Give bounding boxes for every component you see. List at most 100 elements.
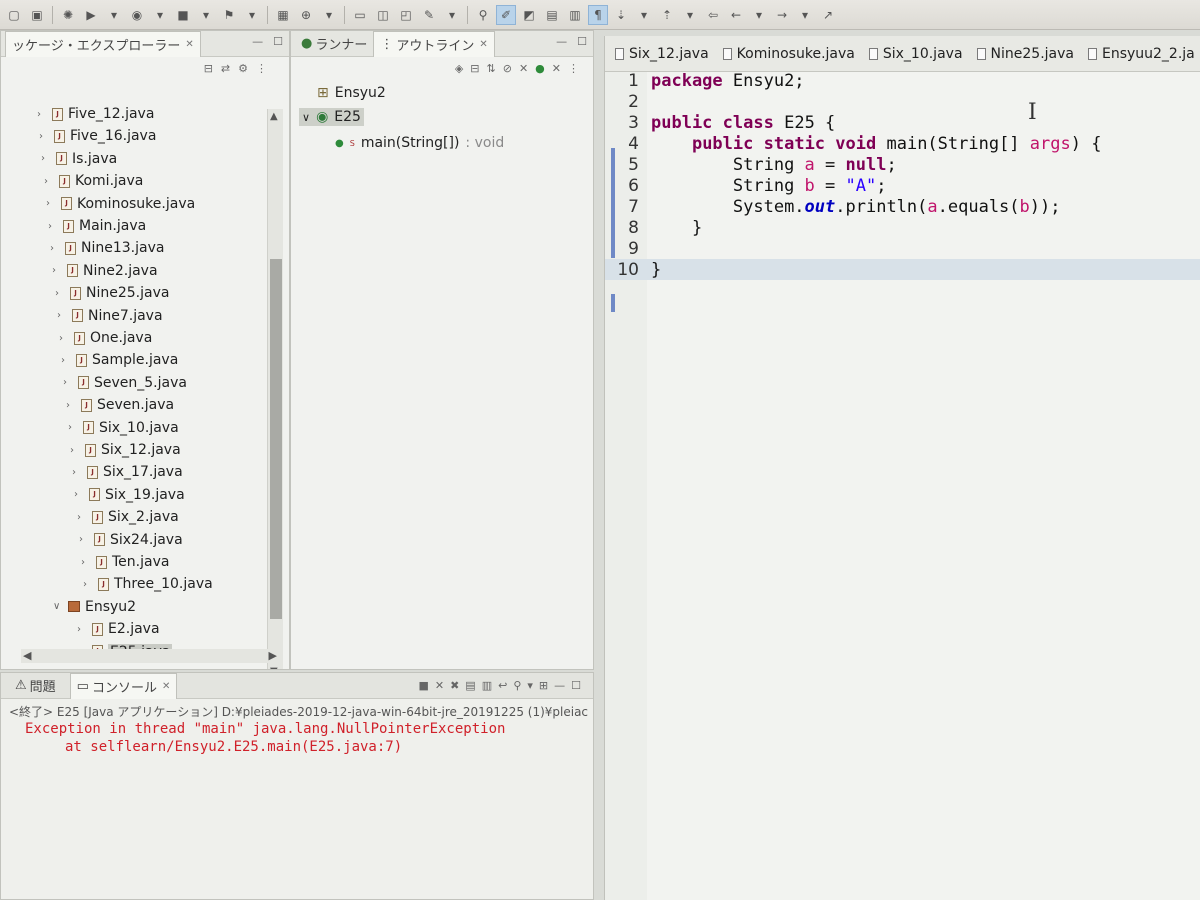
block-select-icon[interactable]: ▤ (542, 5, 562, 25)
chevron-right-icon[interactable]: › (61, 355, 71, 366)
chevron-down-icon[interactable]: ▾ (795, 5, 815, 25)
tree-file-item[interactable]: › J Seven_5.java (63, 372, 187, 394)
external-tools-icon[interactable]: ⚑ (219, 5, 239, 25)
terminate-icon[interactable]: ■ (418, 679, 428, 692)
hide-fields-icon[interactable]: ⊘ (503, 62, 512, 75)
chevron-right-icon[interactable]: › (68, 422, 78, 433)
clear-console-icon[interactable]: ▤ (465, 679, 475, 692)
chevron-right-icon[interactable]: › (39, 131, 49, 142)
code-line-8[interactable]: 8 } (605, 217, 702, 238)
tab-runner[interactable]: ● ランナー (295, 31, 373, 56)
annotation-icon[interactable]: ⇣ (611, 5, 631, 25)
scrollbar-thumb[interactable] (270, 259, 282, 619)
open-type-icon[interactable]: ◫ (373, 5, 393, 25)
open-folder-icon[interactable]: ▭ (350, 5, 370, 25)
editor-tab[interactable]: Nine25.java (976, 46, 1074, 62)
tree-file-item[interactable]: › J Sample.java (61, 349, 178, 371)
tree-file-item[interactable]: › J Five_12.java (37, 103, 154, 125)
chevron-down-icon[interactable]: ▾ (150, 5, 170, 25)
chevron-down-icon[interactable]: ▾ (680, 5, 700, 25)
mark-occurrences-icon[interactable]: ✐ (496, 4, 516, 25)
collapse-all-icon[interactable]: ⊟ (204, 62, 213, 75)
new-icon[interactable]: ▢ (4, 5, 24, 25)
hide-static-icon[interactable]: ✕ (519, 62, 528, 75)
chevron-down-icon[interactable]: ∨ (302, 111, 310, 124)
maximize-icon[interactable]: ☐ (571, 679, 581, 692)
tree-file-item[interactable]: › J Three_10.java (83, 573, 213, 595)
tree-file-item[interactable]: › J Five_16.java (39, 125, 156, 147)
tree-file-item[interactable]: › J Nine7.java (57, 305, 163, 327)
chevron-right-icon[interactable]: › (46, 198, 56, 209)
pin-icon[interactable]: ⚲ (473, 5, 493, 25)
tree-file-item[interactable]: › J Six_12.java (70, 439, 181, 461)
tree-file-item[interactable]: › J Nine25.java (55, 282, 169, 304)
scroll-lock-icon[interactable]: ▥ (482, 679, 492, 692)
back-icon[interactable]: ← (726, 5, 746, 25)
sort-icon[interactable]: ⇅ (487, 62, 496, 75)
vertical-scrollbar[interactable]: ▲ ▼ (267, 109, 283, 669)
code-line-5[interactable]: 5 String a = null; (605, 154, 897, 175)
chevron-right-icon[interactable]: › (74, 489, 84, 500)
show-whitespace-icon[interactable]: ▥ (565, 5, 585, 25)
console-stacktrace-line[interactable]: at selflearn/Ensyu2.E25.main(E25.java:7) (1, 738, 593, 756)
chevron-right-icon[interactable]: › (37, 109, 47, 120)
coverage-icon[interactable]: ◉ (127, 5, 147, 25)
chevron-right-icon[interactable]: › (52, 265, 62, 276)
tab-package-explorer[interactable]: ッケージ・エクスプローラー ✕ (5, 31, 201, 57)
new-class-icon[interactable]: ⊕ (296, 5, 316, 25)
horizontal-scrollbar[interactable]: ◀ ▶ (21, 649, 279, 663)
last-edit-icon[interactable]: ⇦ (703, 5, 723, 25)
chevron-right-icon[interactable]: › (81, 557, 91, 568)
prev-annotation-icon[interactable]: ⇡ (657, 5, 677, 25)
tab-console[interactable]: ▭ コンソール ✕ (69, 673, 178, 699)
tree-file-item[interactable]: › J Six_10.java (68, 417, 179, 439)
chevron-right-icon[interactable]: › (83, 579, 93, 590)
chevron-up-icon[interactable]: ▲ (270, 111, 278, 122)
editor-tab[interactable]: Six_10.java (868, 46, 963, 62)
chevron-right-icon[interactable]: › (77, 512, 87, 523)
open-console-icon[interactable]: ⊞ (539, 679, 548, 692)
minimize-icon[interactable]: — (252, 35, 263, 48)
remove-launch-icon[interactable]: ✕ (435, 679, 444, 692)
chevron-down-icon[interactable]: ∨ (53, 601, 63, 612)
code-line-3[interactable]: 3 public class E25 { (605, 112, 835, 133)
hide-local-types-icon[interactable]: ✕ (552, 62, 561, 75)
tree-file-item[interactable]: › J Six_2.java (77, 506, 179, 528)
display-console-icon[interactable]: ▾ (527, 679, 533, 692)
outline-package-decl[interactable]: ⊞ Ensyu2 (317, 85, 386, 101)
tab-problems[interactable]: ⚠ 問題 (9, 673, 62, 698)
tree-file-item[interactable]: › J Komi.java (44, 170, 143, 192)
remove-all-icon[interactable]: ✖ (450, 679, 459, 692)
tree-file-item[interactable]: › J Seven.java (66, 394, 174, 416)
chevron-left-icon[interactable]: ◀ (23, 649, 31, 662)
hide-nonpublic-icon[interactable]: ● (535, 62, 545, 75)
close-icon[interactable]: ✕ (162, 681, 170, 692)
chevron-down-icon[interactable]: ▾ (319, 5, 339, 25)
chevron-down-icon[interactable]: ▾ (242, 5, 262, 25)
code-line-2[interactable]: 2 (605, 91, 639, 112)
save-icon[interactable]: ▣ (27, 5, 47, 25)
forward-icon[interactable]: → (772, 5, 792, 25)
code-line-10[interactable]: 10 } (605, 259, 1200, 280)
tree-file-item[interactable]: › J Nine2.java (52, 260, 158, 282)
focus-icon[interactable]: ◈ (455, 62, 463, 75)
view-menu-icon[interactable]: ⋮ (256, 62, 267, 75)
toggle-breadcrumb-icon[interactable]: ◩ (519, 5, 539, 25)
code-line-9[interactable]: 9 (605, 238, 639, 259)
maximize-icon[interactable]: ☐ (577, 35, 587, 48)
tree-file-item[interactable]: › J Six_19.java (74, 484, 185, 506)
tree-file-item[interactable]: › J E2.java (77, 618, 160, 640)
editor-tab[interactable]: Six_12.java (615, 46, 709, 62)
tree-file-item[interactable]: › J Six_17.java (72, 461, 183, 483)
filter-icon[interactable]: ⚙ (238, 62, 248, 75)
tree-package-item[interactable]: ∨ Ensyu2 (53, 596, 136, 618)
minimize-icon[interactable]: — (556, 35, 567, 48)
outline-class-item[interactable]: ∨ ◉ E25 (299, 108, 364, 126)
collapse-all-icon[interactable]: ⊟ (470, 62, 479, 75)
pilcrow-icon[interactable]: ¶ (588, 4, 608, 25)
chevron-right-icon[interactable]: ▶ (269, 649, 277, 662)
stop-icon[interactable]: ■ (173, 5, 193, 25)
tree-file-item[interactable]: › J One.java (59, 327, 152, 349)
chevron-right-icon[interactable]: › (77, 624, 87, 635)
open-task-icon[interactable]: ◰ (396, 5, 416, 25)
